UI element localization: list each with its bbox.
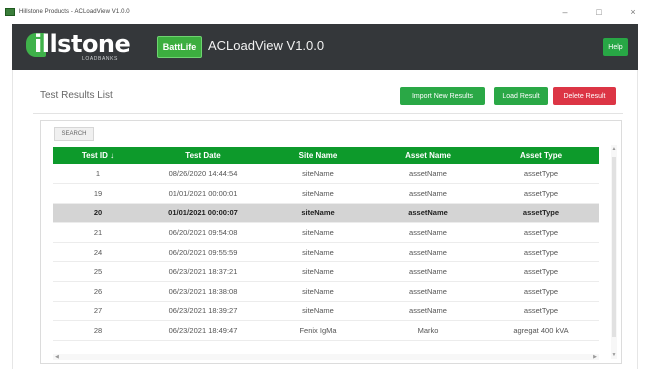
table-cell: assetName — [373, 261, 483, 283]
table-cell: assetName — [373, 242, 483, 263]
column-header-test-date[interactable]: Test Date — [143, 147, 263, 164]
maximize-icon[interactable]: □ — [594, 0, 604, 24]
table-cell: assetType — [483, 301, 599, 322]
battlife-logo: BattLife — [157, 36, 202, 58]
table-row[interactable]: 21 06/20/2021 09:54:08 siteName assetName as… — [53, 222, 599, 243]
table-cell: 20 — [53, 203, 143, 224]
logo-subtitle: LOADBANKS — [82, 56, 118, 62]
table-cell: 06/23/2021 18:49:47 — [143, 320, 263, 341]
scroll-thumb[interactable] — [612, 157, 616, 337]
table-cell: 01/01/2021 00:00:01 — [143, 183, 263, 204]
table-cell: agregat 400 kVA — [483, 320, 599, 341]
table-cell: assetName — [373, 183, 483, 204]
table-cell: assetType — [483, 183, 599, 204]
table-cell: assetType — [483, 164, 599, 185]
column-header-test-id[interactable]: Test ID ↓ — [53, 147, 143, 164]
table-cell: assetName — [373, 222, 483, 243]
results-table-container: SEARCH Test ID ↓ Test Date Site Name Ass… — [40, 120, 622, 364]
table-cell: 08/26/2020 14:44:54 — [143, 164, 263, 185]
app-title: ACLoadView V1.0.0 — [208, 38, 325, 53]
column-header-asset-name[interactable]: Asset Name — [373, 147, 483, 164]
table-cell: 27 — [53, 301, 143, 322]
table-cell: assetType — [483, 281, 599, 302]
vertical-scrollbar[interactable]: ▲ ▼ — [611, 145, 617, 359]
table-cell: 1 — [53, 164, 143, 185]
scroll-right-icon[interactable]: ▶ — [593, 354, 597, 360]
table-cell: 28 — [53, 320, 143, 341]
table-cell: siteName — [263, 183, 373, 204]
window-title: Hillstone Products - ACLoadView V1.0.0 — [19, 9, 130, 15]
app-header: illstone LOADBANKS BattLife ACLoadView V… — [12, 24, 638, 70]
table-cell: assetName — [373, 301, 483, 322]
table-row[interactable]: 28 06/23/2021 18:49:47 Fenix IgMa Marko agre… — [53, 320, 599, 341]
horizontal-scrollbar[interactable]: ◀ ▶ — [53, 354, 599, 360]
table-cell: assetName — [373, 281, 483, 302]
table-cell: 06/23/2021 18:38:08 — [143, 281, 263, 302]
table-cell: 06/23/2021 18:39:27 — [143, 301, 263, 322]
table-body: 1 08/26/2020 14:44:54 siteName assetName ass… — [53, 164, 599, 341]
table-cell: 25 — [53, 261, 143, 283]
table-cell: assetType — [483, 203, 599, 224]
table-cell: 06/20/2021 09:54:08 — [143, 222, 263, 243]
table-cell: siteName — [263, 242, 373, 263]
delete-result-button[interactable]: Delete Result — [553, 87, 616, 105]
table-row[interactable]: 19 01/01/2021 00:00:01 siteName assetName as… — [53, 183, 599, 204]
divider — [33, 113, 623, 114]
table-cell: 06/20/2021 09:55:59 — [143, 242, 263, 263]
main-panel: Test Results List Import New Results Loa… — [12, 70, 638, 369]
table-cell: Fenix IgMa — [263, 320, 373, 341]
column-header-asset-type[interactable]: Asset Type — [483, 147, 599, 164]
help-button[interactable]: Help — [603, 38, 628, 56]
table-row[interactable]: 24 06/20/2021 09:55:59 siteName assetName as… — [53, 242, 599, 263]
minimize-icon[interactable]: – — [560, 0, 570, 24]
scroll-up-icon[interactable]: ▲ — [611, 146, 617, 152]
table-row[interactable]: 26 06/23/2021 18:38:08 siteName assetName as… — [53, 281, 599, 302]
table-cell: siteName — [263, 261, 373, 283]
table-cell: 21 — [53, 222, 143, 243]
table-row[interactable]: 25 06/23/2021 18:37:21 siteName assetName as… — [53, 261, 599, 283]
table-cell: assetName — [373, 203, 483, 224]
page-title: Test Results List — [40, 90, 113, 101]
app-icon — [5, 8, 15, 16]
table-cell: 19 — [53, 183, 143, 204]
search-tab[interactable]: SEARCH — [54, 127, 94, 141]
table-cell: 26 — [53, 281, 143, 302]
table-header-row: Test ID ↓ Test Date Site Name Asset Name… — [53, 147, 599, 164]
close-icon[interactable]: × — [628, 0, 638, 24]
table-cell: siteName — [263, 164, 373, 185]
scroll-down-icon[interactable]: ▼ — [611, 352, 617, 358]
table-cell: assetType — [483, 222, 599, 243]
load-result-button[interactable]: Load Result — [494, 87, 548, 105]
table-cell: 06/23/2021 18:37:21 — [143, 261, 263, 283]
table-row[interactable]: 27 06/23/2021 18:39:27 siteName assetName as… — [53, 301, 599, 322]
table-cell: assetName — [373, 164, 483, 185]
hillstone-logo: illstone LOADBANKS — [26, 30, 144, 64]
table-cell: 24 — [53, 242, 143, 263]
window-titlebar: Hillstone Products - ACLoadView V1.0.0 –… — [0, 0, 646, 24]
table-cell: siteName — [263, 222, 373, 243]
table-cell: siteName — [263, 203, 373, 224]
import-new-results-button[interactable]: Import New Results — [400, 87, 485, 105]
logo-brand: illstone — [34, 30, 131, 58]
table-cell: siteName — [263, 301, 373, 322]
column-header-site-name[interactable]: Site Name — [263, 147, 373, 164]
table-cell: 01/01/2021 00:00:07 — [143, 203, 263, 224]
table-cell: siteName — [263, 281, 373, 302]
table-cell: Marko — [373, 320, 483, 341]
table-cell: assetType — [483, 242, 599, 263]
scroll-left-icon[interactable]: ◀ — [55, 354, 59, 360]
window-controls: – □ × — [560, 0, 638, 24]
table-row[interactable]: 1 08/26/2020 14:44:54 siteName assetName ass… — [53, 164, 599, 185]
table-cell: assetType — [483, 261, 599, 283]
results-table: Test ID ↓ Test Date Site Name Asset Name… — [53, 147, 599, 341]
table-row[interactable]: 20 01/01/2021 00:00:07 siteName assetName as… — [53, 203, 599, 224]
